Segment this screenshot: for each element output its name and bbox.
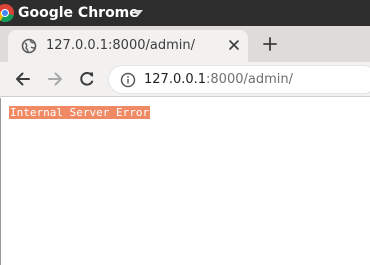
chrome-logo-icon xyxy=(0,4,14,23)
arrow-left-icon[interactable] xyxy=(13,69,33,89)
app-menu-title[interactable]: Google Chrome xyxy=(18,4,139,22)
close-icon[interactable] xyxy=(226,37,242,53)
arrow-right-icon[interactable] xyxy=(45,69,65,89)
tab-title: 127.0.0.1:8000/admin/ xyxy=(46,38,195,53)
error-message: Internal Server Error xyxy=(9,106,151,119)
reload-icon[interactable] xyxy=(77,69,97,89)
tab-active[interactable]: 127.0.0.1:8000/admin/ xyxy=(8,30,248,62)
browser-toolbar: 127.0.0.1:8000/admin/ xyxy=(0,62,370,97)
tab-strip: 127.0.0.1:8000/admin/ xyxy=(0,26,370,62)
address-bar[interactable]: 127.0.0.1:8000/admin/ xyxy=(108,65,370,94)
plus-icon[interactable] xyxy=(261,35,279,53)
page-content: Internal Server Error xyxy=(0,98,370,265)
system-top-bar: Google Chrome xyxy=(0,0,370,26)
caret-down-icon[interactable] xyxy=(133,10,143,16)
info-icon[interactable] xyxy=(120,72,136,88)
globe-icon xyxy=(21,38,37,54)
url-host: 127.0.0.1 xyxy=(144,72,207,87)
url-path: :8000/admin/ xyxy=(206,72,293,87)
url-text[interactable]: 127.0.0.1:8000/admin/ xyxy=(144,71,293,89)
